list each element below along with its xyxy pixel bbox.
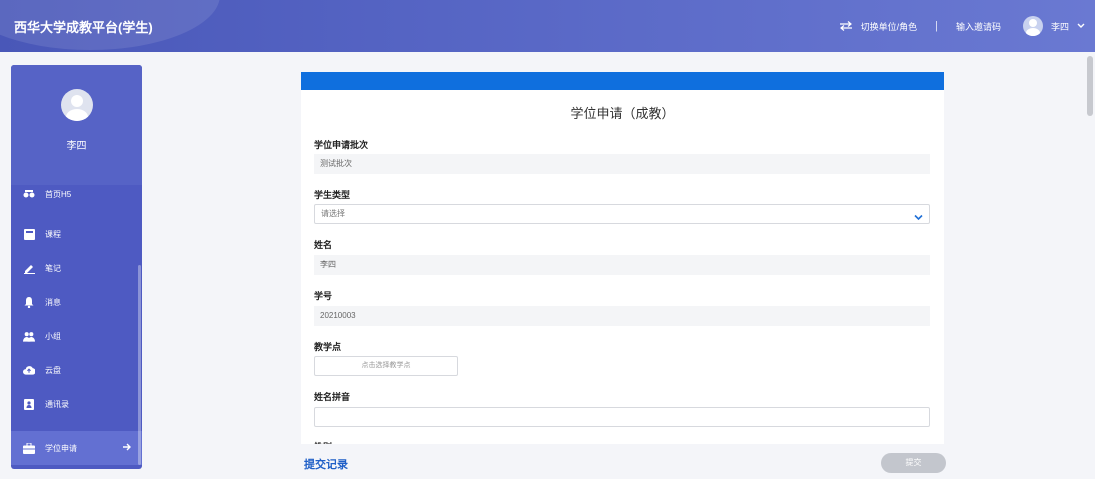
- form-title: 学位申请（成教）: [570, 106, 675, 121]
- name-label: 姓名: [314, 240, 333, 250]
- student-type-placeholder: 请选择: [321, 209, 345, 218]
- top-header: 西华大学成教平台(学生) 切换单位/角色 | 输入邀请码 李四: [0, 0, 1095, 52]
- swap-icon[interactable]: [839, 21, 853, 31]
- sidebar-item-contacts[interactable]: 通讯录: [11, 387, 142, 421]
- pinyin-input[interactable]: [314, 407, 930, 427]
- cloud-upload-icon: [23, 364, 35, 376]
- profile-avatar[interactable]: [61, 89, 93, 121]
- sidebar-item-cloud-drive[interactable]: 云盘: [11, 353, 142, 387]
- sidebar-item-label: 学位申请: [45, 443, 77, 453]
- student-id-label: 学号: [314, 291, 333, 301]
- submit-button[interactable]: 提交: [881, 453, 946, 473]
- sidebar-item-course[interactable]: 课程: [11, 217, 142, 251]
- chevron-down-icon[interactable]: [1077, 23, 1085, 29]
- sidebar-profile: 李四: [11, 65, 142, 185]
- sidebar-item-home-h5[interactable]: 首页H5: [11, 182, 142, 206]
- sidebar-item-label: 笔记: [45, 263, 61, 273]
- bell-icon: [23, 296, 35, 308]
- profile-name: 李四: [66, 141, 87, 152]
- sidebar-item-group[interactable]: 小组: [11, 319, 142, 353]
- address-book-icon: [23, 398, 35, 410]
- glasses-icon: [23, 188, 35, 200]
- sidebar-item-messages[interactable]: 消息: [11, 285, 142, 319]
- sidebar-item-label: 消息: [45, 297, 61, 307]
- pen-icon: [23, 262, 35, 274]
- batch-label: 学位申请批次: [314, 140, 369, 150]
- sidebar-item-notes[interactable]: 笔记: [11, 251, 142, 285]
- sidebar-item-label: 首页H5: [45, 189, 72, 199]
- degree-application-form: 学位申请（成教） 学位申请批次 测试批次 学生类型 请选择 姓名 李四 学号 2…: [301, 72, 944, 444]
- app-title: 西华大学成教平台(学生): [14, 20, 153, 35]
- select-teaching-point-button[interactable]: 点击选择教学点: [314, 356, 458, 376]
- user-name[interactable]: 李四: [1051, 20, 1069, 33]
- switch-role-link[interactable]: 切换单位/角色: [861, 20, 918, 33]
- sidebar-item-degree-application[interactable]: 学位申请: [11, 431, 142, 465]
- sidebar-item-label: 课程: [45, 229, 61, 239]
- student-type-label: 学生类型: [314, 190, 351, 200]
- header-separator: |: [935, 20, 938, 32]
- batch-field: 测试批次: [314, 154, 930, 174]
- group-icon: [23, 330, 35, 342]
- submit-record-link[interactable]: 提交记录: [304, 456, 348, 472]
- name-field: 李四: [314, 255, 930, 275]
- page-scrollbar[interactable]: [1087, 56, 1093, 116]
- header-actions: 切换单位/角色 | 输入邀请码 李四: [839, 0, 1085, 52]
- chevron-down-icon: [914, 210, 923, 228]
- invite-code-link[interactable]: 输入邀请码: [956, 20, 1001, 33]
- sidebar-item-label: 云盘: [45, 365, 61, 375]
- teaching-point-label: 教学点: [314, 342, 342, 352]
- sidebar: 李四 首页H5 课程 笔记 消息 小组 云盘 通讯录 学位申请: [11, 65, 142, 469]
- gender-label: 性别: [314, 440, 332, 444]
- student-id-field: 20210003: [314, 306, 930, 326]
- sidebar-scrollbar[interactable]: [138, 265, 141, 465]
- sidebar-item-label: 小组: [45, 331, 61, 341]
- student-type-select[interactable]: 请选择: [314, 204, 930, 224]
- book-icon: [23, 228, 35, 240]
- form-accent-bar: [301, 72, 944, 90]
- arrow-right-icon: [122, 442, 132, 454]
- sidebar-item-label: 通讯录: [45, 399, 69, 409]
- briefcase-icon: [23, 442, 35, 454]
- user-avatar[interactable]: [1022, 16, 1043, 36]
- pinyin-label: 姓名拼音: [314, 392, 351, 402]
